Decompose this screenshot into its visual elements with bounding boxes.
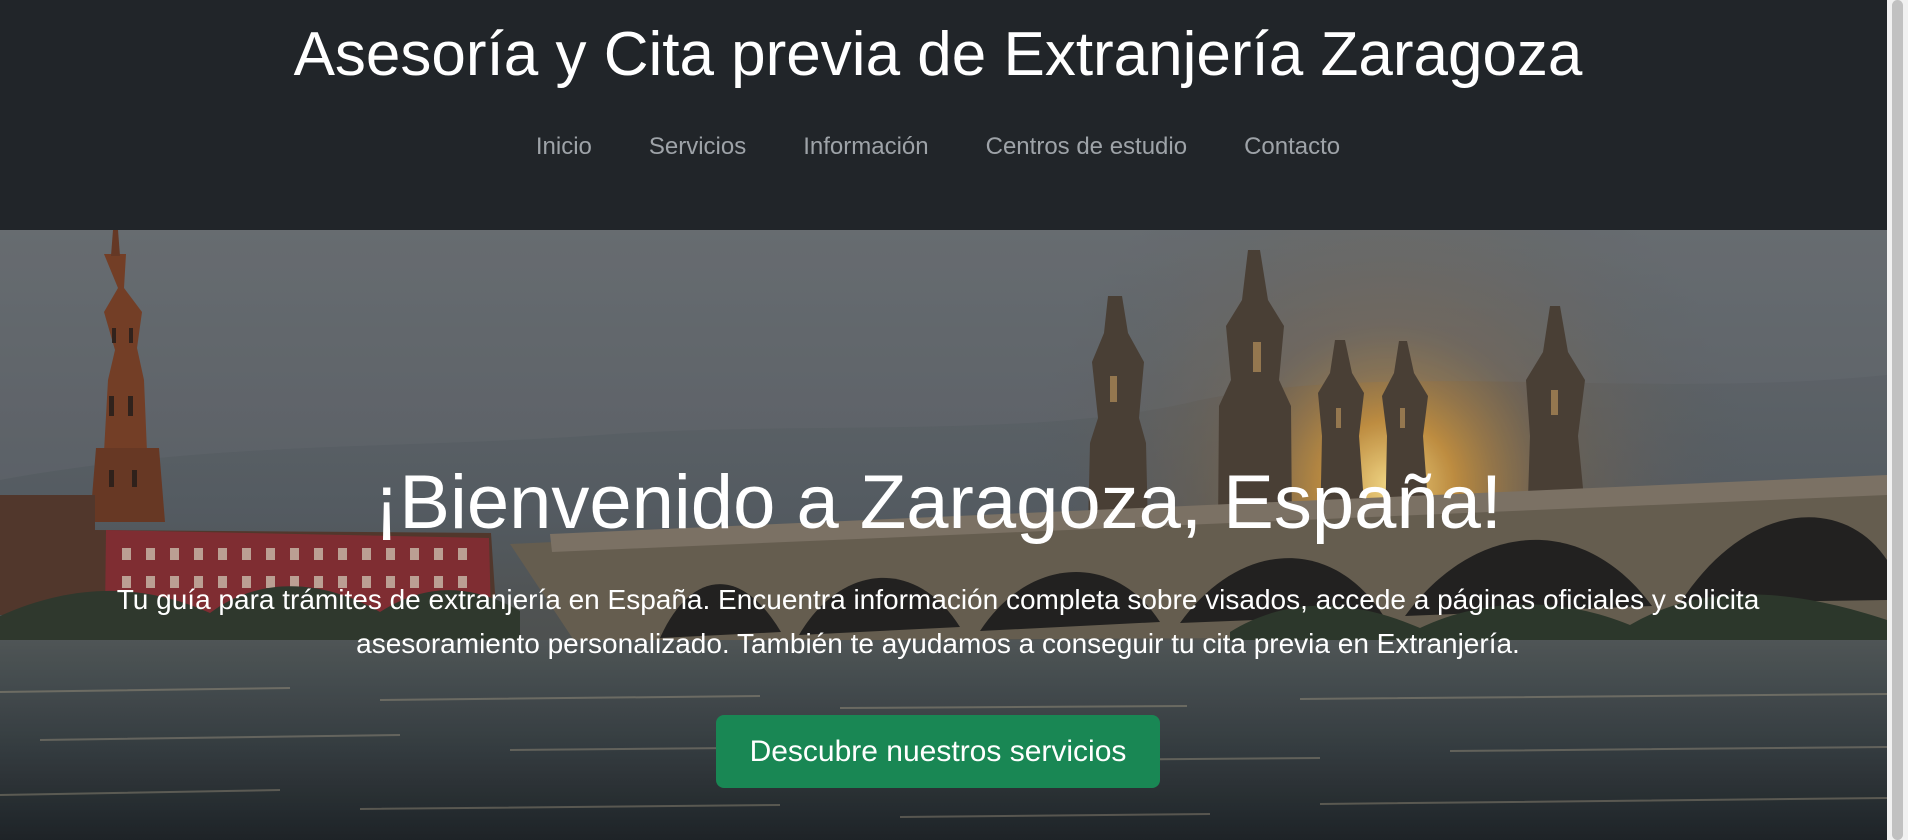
hero-content: ¡Bienvenido a Zaragoza, España! Tu guía … xyxy=(0,230,1887,840)
page: Asesoría y Cita previa de Extranjería Za… xyxy=(0,0,1908,840)
nav-informacion[interactable]: Información xyxy=(803,130,928,164)
main-navigation: Inicio Servicios Información Centros de … xyxy=(0,130,1876,164)
nav-contacto[interactable]: Contacto xyxy=(1244,130,1340,164)
hero-section: ¡Bienvenido a Zaragoza, España! Tu guía … xyxy=(0,230,1887,840)
discover-services-button[interactable]: Descubre nuestros servicios xyxy=(716,715,1160,788)
site-header: Asesoría y Cita previa de Extranjería Za… xyxy=(0,0,1887,230)
site-title: Asesoría y Cita previa de Extranjería Za… xyxy=(293,20,1583,89)
hero-description: Tu guía para trámites de extranjería en … xyxy=(116,584,1760,659)
nav-inicio[interactable]: Inicio xyxy=(536,130,592,164)
nav-centros-de-estudio[interactable]: Centros de estudio xyxy=(986,130,1187,164)
vertical-scrollbar[interactable] xyxy=(1887,0,1908,840)
nav-servicios[interactable]: Servicios xyxy=(649,130,746,164)
hero-title: ¡Bienvenido a Zaragoza, España! xyxy=(373,460,1503,545)
scrollbar-thumb[interactable] xyxy=(1892,0,1903,840)
